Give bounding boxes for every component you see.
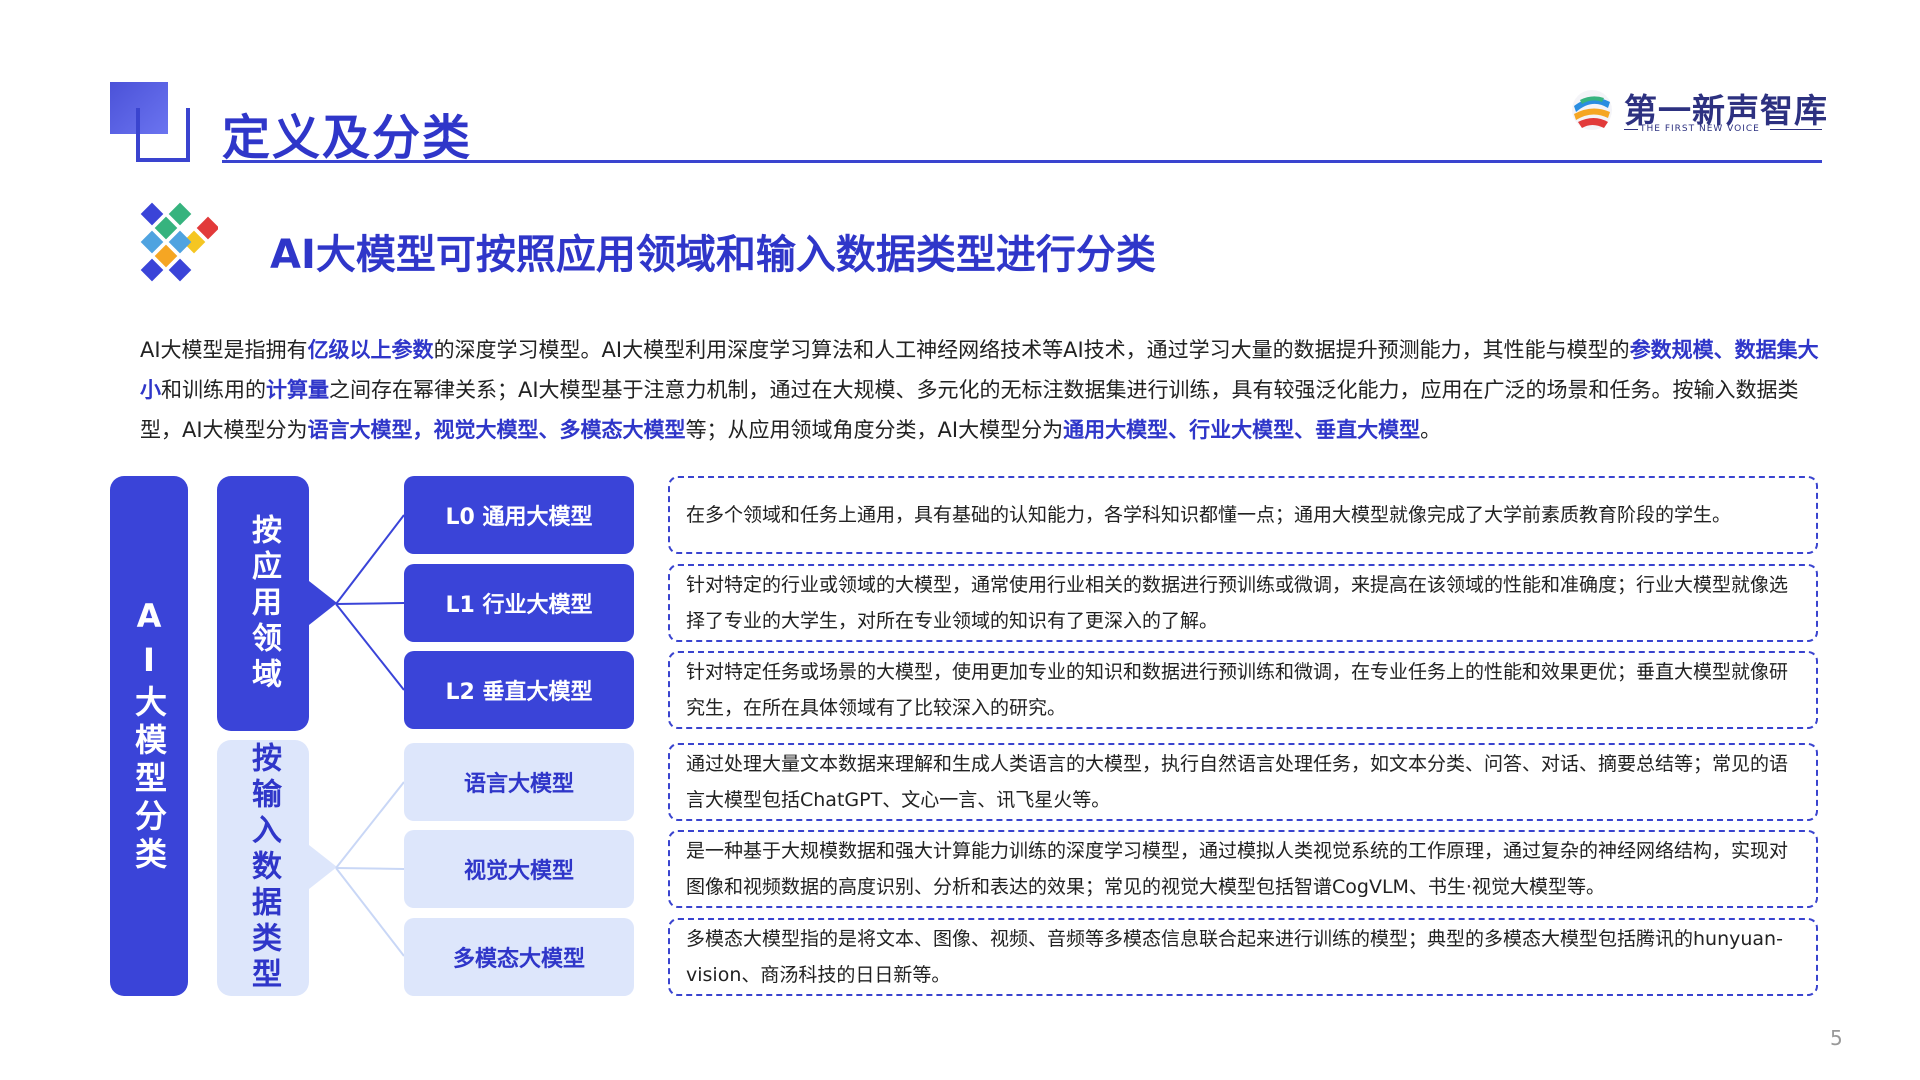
model-label-vision: 视觉大模型 — [404, 830, 634, 908]
page-number: 5 — [1830, 1026, 1843, 1050]
intro-highlight: 计算量 — [266, 378, 329, 402]
model-desc-multimodal: 多模态大模型指的是将文本、图像、视频、音频等多模态信息联合起来进行训练的模型；典… — [668, 918, 1818, 996]
header-accent-frame-left — [136, 108, 140, 162]
model-label-multimodal: 多模态大模型 — [404, 918, 634, 996]
model-desc-language: 通过处理大量文本数据来理解和生成人类语言的大模型，执行自然语言处理任务，如文本分… — [668, 743, 1818, 821]
intro-paragraph: AI大模型是指拥有亿级以上参数的深度学习模型。AI大模型利用深度学习算法和人工神… — [140, 330, 1820, 450]
category-by-application: 按应用领域 — [217, 476, 309, 731]
header-divider — [222, 160, 1822, 163]
intro-text: 的深度学习模型。AI大模型利用深度学习算法和人工神经网络技术等AI技术，通过学习… — [433, 338, 1630, 362]
intro-text: 等；从应用领域角度分类，AI大模型分为 — [685, 418, 1064, 442]
model-label-language: 语言大模型 — [404, 743, 634, 821]
page-title: 定义及分类 — [222, 110, 473, 166]
logo-subtitle: THE FIRST NEW VOICE — [1640, 124, 1760, 134]
model-desc-general: 在多个领域和任务上通用，具有基础的认知能力，各学科知识都懂一点；通用大模型就像完… — [668, 476, 1818, 554]
logo-sub-divider-right — [1770, 129, 1822, 130]
header-accent-frame — [136, 108, 190, 162]
intro-text: 和训练用的 — [161, 378, 266, 402]
category-by-input: 按输入数据类型 — [217, 740, 309, 996]
intro-text: 。 — [1420, 418, 1442, 442]
model-label-general: L0 通用大模型 — [404, 476, 634, 554]
intro-text: AI大模型是指拥有 — [140, 338, 308, 362]
logo-sub-divider-left — [1624, 129, 1638, 130]
diamond-cluster-icon — [140, 202, 218, 282]
model-desc-vision: 是一种基于大规模数据和强大计算能力训练的深度学习模型，通过模拟人类视觉系统的工作… — [668, 830, 1818, 908]
section-subtitle: AI大模型可按照应用领域和输入数据类型进行分类 — [270, 232, 1156, 278]
intro-highlight: 通用大模型、行业大模型、垂直大模型 — [1063, 418, 1421, 442]
category-connectors — [335, 514, 405, 957]
logo-icon — [1572, 90, 1612, 130]
model-label-industry: L1 行业大模型 — [404, 564, 634, 642]
model-desc-industry: 针对特定的行业或领域的大模型，通常使用行业相关的数据进行预训练或微调，来提高在该… — [668, 564, 1818, 642]
category-main: AI大模型分类 — [110, 476, 188, 996]
model-desc-vertical: 针对特定任务或场景的大模型，使用更加专业的知识和数据进行预训练和微调，在专业任务… — [668, 651, 1818, 729]
intro-highlight: 语言大模型，视觉大模型、多模态大模型 — [307, 418, 686, 442]
intro-highlight: 亿级以上参数 — [307, 338, 434, 362]
model-label-vertical: L2 垂直大模型 — [404, 651, 634, 729]
